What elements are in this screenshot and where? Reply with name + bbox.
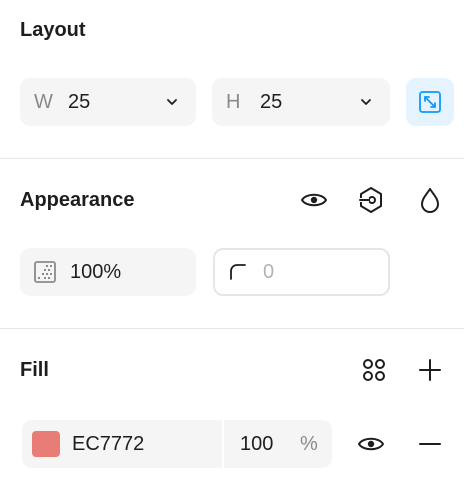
width-prefix: W	[34, 90, 53, 113]
fill-opacity-unit: %	[300, 433, 318, 455]
variable-icon[interactable]	[355, 184, 387, 216]
opacity-value[interactable]: 100%	[70, 261, 121, 284]
width-field[interactable]: W 25	[20, 78, 196, 126]
fill-row[interactable]: EC7772 100 %	[22, 420, 332, 468]
layout-section-title: Layout	[20, 19, 86, 41]
appearance-section-title: Appearance	[20, 189, 135, 211]
corner-radius-icon	[229, 263, 263, 281]
section-divider	[0, 328, 464, 329]
height-value[interactable]: 25	[260, 91, 282, 114]
corner-radius-field[interactable]: 0	[213, 248, 390, 296]
opacity-grid-icon	[34, 261, 70, 283]
fill-hex-value[interactable]: EC7772	[72, 432, 144, 456]
section-divider	[0, 158, 464, 159]
fill-section-title: Fill	[20, 359, 49, 381]
height-prefix: H	[226, 90, 241, 113]
chevron-down-icon[interactable]	[360, 98, 372, 106]
drop-icon[interactable]	[414, 184, 446, 216]
color-swatch[interactable]	[32, 431, 60, 457]
plus-icon[interactable]	[414, 354, 446, 386]
corner-radius-value[interactable]: 0	[263, 261, 274, 284]
resize-to-fit-button[interactable]	[406, 78, 454, 126]
fill-separator	[222, 420, 224, 468]
chevron-down-icon[interactable]	[166, 98, 178, 106]
styles-icon[interactable]	[358, 354, 390, 386]
height-field[interactable]: H 25	[212, 78, 390, 126]
width-value[interactable]: 25	[68, 91, 90, 114]
minus-icon[interactable]	[414, 428, 446, 460]
fill-opacity-value[interactable]: 100	[240, 432, 273, 456]
eye-icon[interactable]	[355, 428, 387, 460]
resize-to-fit-icon	[419, 91, 441, 113]
eye-icon[interactable]	[298, 184, 330, 216]
opacity-field[interactable]: 100%	[20, 248, 196, 296]
